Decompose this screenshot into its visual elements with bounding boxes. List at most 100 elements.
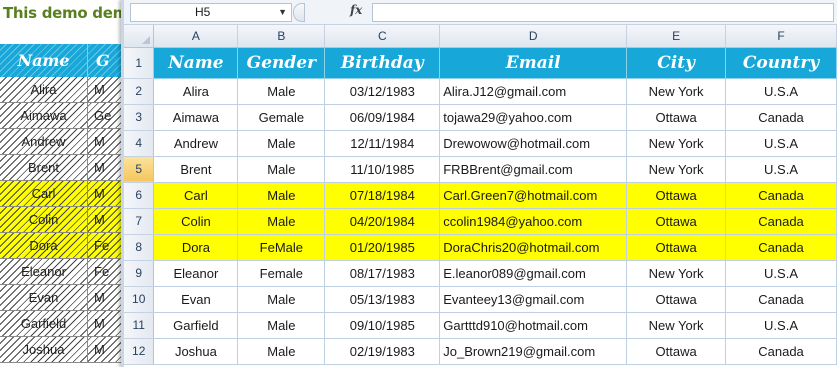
insert-function-button[interactable]: fx <box>350 3 362 17</box>
column-header-e[interactable]: E <box>626 25 727 48</box>
cell-country[interactable]: U.S.A <box>725 260 837 287</box>
cell-birthday[interactable]: 09/10/1985 <box>324 312 441 339</box>
cell-city[interactable]: Ottawa <box>626 208 727 235</box>
cell-name[interactable]: Andrew <box>153 130 239 157</box>
row-header[interactable]: 9 <box>124 260 155 287</box>
cell-name[interactable]: Brent <box>153 156 239 183</box>
cell-gender[interactable]: Male <box>237 130 326 157</box>
cell-birthday[interactable]: 01/20/1985 <box>324 234 441 261</box>
cell-country[interactable]: Canada <box>725 208 837 235</box>
background-cell-name: Eleanor <box>0 259 88 284</box>
cell-country[interactable]: U.S.A <box>725 78 837 105</box>
cell-email[interactable]: Carl.Green7@hotmail.com <box>439 182 628 209</box>
select-all-button[interactable] <box>124 25 155 48</box>
header-cell-country[interactable]: Country <box>725 47 837 79</box>
cell-email[interactable]: Jo_Brown219@gmail.com <box>439 338 628 365</box>
cell-country[interactable]: Canada <box>725 234 837 261</box>
cell-birthday[interactable]: 04/20/1984 <box>324 208 441 235</box>
header-cell-gender[interactable]: Gender <box>237 47 326 79</box>
cell-email[interactable]: Drewowow@hotmail.com <box>439 130 628 157</box>
row-header[interactable]: 1 <box>124 47 155 79</box>
row-header[interactable]: 5 <box>124 156 155 183</box>
column-header-a[interactable]: A <box>153 25 239 48</box>
cell-email[interactable]: Evanteey13@gmail.com <box>439 286 628 313</box>
cell-city[interactable]: New York <box>626 130 727 157</box>
cell-name[interactable]: Garfield <box>153 312 239 339</box>
cell-country[interactable]: U.S.A <box>725 156 837 183</box>
cell-name[interactable]: Eleanor <box>153 260 239 287</box>
row-header[interactable]: 8 <box>124 234 155 261</box>
cell-birthday[interactable]: 11/10/1985 <box>324 156 441 183</box>
cell-birthday[interactable]: 02/19/1983 <box>324 338 441 365</box>
background-cell-name: Alira <box>0 77 88 102</box>
cell-name[interactable]: Dora <box>153 234 239 261</box>
cell-name[interactable]: Colin <box>153 208 239 235</box>
background-rows: Alira M Aimawa Ge Andrew M Brent M Carl M Colin M Do… <box>0 77 130 363</box>
cell-name[interactable]: Joshua <box>153 338 239 365</box>
cell-email[interactable]: DoraChris20@hotmail.com <box>439 234 628 261</box>
formula-input[interactable] <box>372 3 834 22</box>
cell-name[interactable]: Aimawa <box>153 104 239 131</box>
cell-gender[interactable]: Male <box>237 286 326 313</box>
row-header[interactable]: 11 <box>124 312 155 339</box>
row-header[interactable]: 6 <box>124 182 155 209</box>
cell-gender[interactable]: Male <box>237 78 326 105</box>
cell-email[interactable]: E.leanor089@gmail.com <box>439 260 628 287</box>
header-cell-email[interactable]: Email <box>439 47 628 79</box>
cell-country[interactable]: Canada <box>725 338 837 365</box>
row-header[interactable]: 2 <box>124 78 155 105</box>
row-header[interactable]: 4 <box>124 130 155 157</box>
cell-email[interactable]: Alira.J12@gmail.com <box>439 78 628 105</box>
cell-country[interactable]: Canada <box>725 104 837 131</box>
cell-city[interactable]: Ottawa <box>626 338 727 365</box>
column-header-b[interactable]: B <box>237 25 326 48</box>
cell-email[interactable]: tojawa29@yahoo.com <box>439 104 628 131</box>
row-header[interactable]: 7 <box>124 208 155 235</box>
cell-birthday[interactable]: 03/12/1983 <box>324 78 441 105</box>
header-cell-city[interactable]: City <box>626 47 727 79</box>
cell-email[interactable]: Gartttd910@hotmail.com <box>439 312 628 339</box>
cell-country[interactable]: U.S.A <box>725 312 837 339</box>
column-header-f[interactable]: F <box>725 25 837 48</box>
cell-birthday[interactable]: 05/13/1983 <box>324 286 441 313</box>
name-box[interactable]: H5 ▼ <box>130 3 292 22</box>
cell-country[interactable]: Canada <box>725 182 837 209</box>
cell-gender[interactable]: Male <box>237 312 326 339</box>
formula-bar-resize-handle[interactable] <box>293 3 305 22</box>
column-header-d[interactable]: D <box>439 25 628 48</box>
cell-birthday[interactable]: 12/11/1984 <box>324 130 441 157</box>
cell-birthday[interactable]: 06/09/1984 <box>324 104 441 131</box>
cell-name[interactable]: Carl <box>153 182 239 209</box>
cell-city[interactable]: New York <box>626 312 727 339</box>
cell-gender[interactable]: Gemale <box>237 104 326 131</box>
cell-country[interactable]: U.S.A <box>725 130 837 157</box>
row-header[interactable]: 3 <box>124 104 155 131</box>
background-cell-name: Evan <box>0 285 88 310</box>
cell-birthday[interactable]: 07/18/1984 <box>324 182 441 209</box>
cell-city[interactable]: Ottawa <box>626 182 727 209</box>
cell-city[interactable]: New York <box>626 260 727 287</box>
cell-city[interactable]: New York <box>626 78 727 105</box>
cell-gender[interactable]: Male <box>237 156 326 183</box>
cell-gender[interactable]: Female <box>237 260 326 287</box>
header-cell-name[interactable]: Name <box>153 47 239 79</box>
cell-city[interactable]: Ottawa <box>626 234 727 261</box>
row-header[interactable]: 12 <box>124 338 155 365</box>
header-cell-birthday[interactable]: Birthday <box>324 47 441 79</box>
row-header[interactable]: 10 <box>124 286 155 313</box>
cell-city[interactable]: New York <box>626 156 727 183</box>
cell-email[interactable]: FRBBrent@gmail.com <box>439 156 628 183</box>
cell-city[interactable]: Ottawa <box>626 104 727 131</box>
dropdown-arrow-icon[interactable]: ▼ <box>278 4 287 21</box>
cell-email[interactable]: ccolin1984@yahoo.com <box>439 208 628 235</box>
cell-gender[interactable]: Male <box>237 182 326 209</box>
cell-name[interactable]: Evan <box>153 286 239 313</box>
cell-gender[interactable]: Male <box>237 338 326 365</box>
column-header-c[interactable]: C <box>324 25 441 48</box>
cell-birthday[interactable]: 08/17/1983 <box>324 260 441 287</box>
cell-name[interactable]: Alira <box>153 78 239 105</box>
cell-country[interactable]: Canada <box>725 286 837 313</box>
cell-city[interactable]: Ottawa <box>626 286 727 313</box>
cell-gender[interactable]: Male <box>237 208 326 235</box>
cell-gender[interactable]: FeMale <box>237 234 326 261</box>
